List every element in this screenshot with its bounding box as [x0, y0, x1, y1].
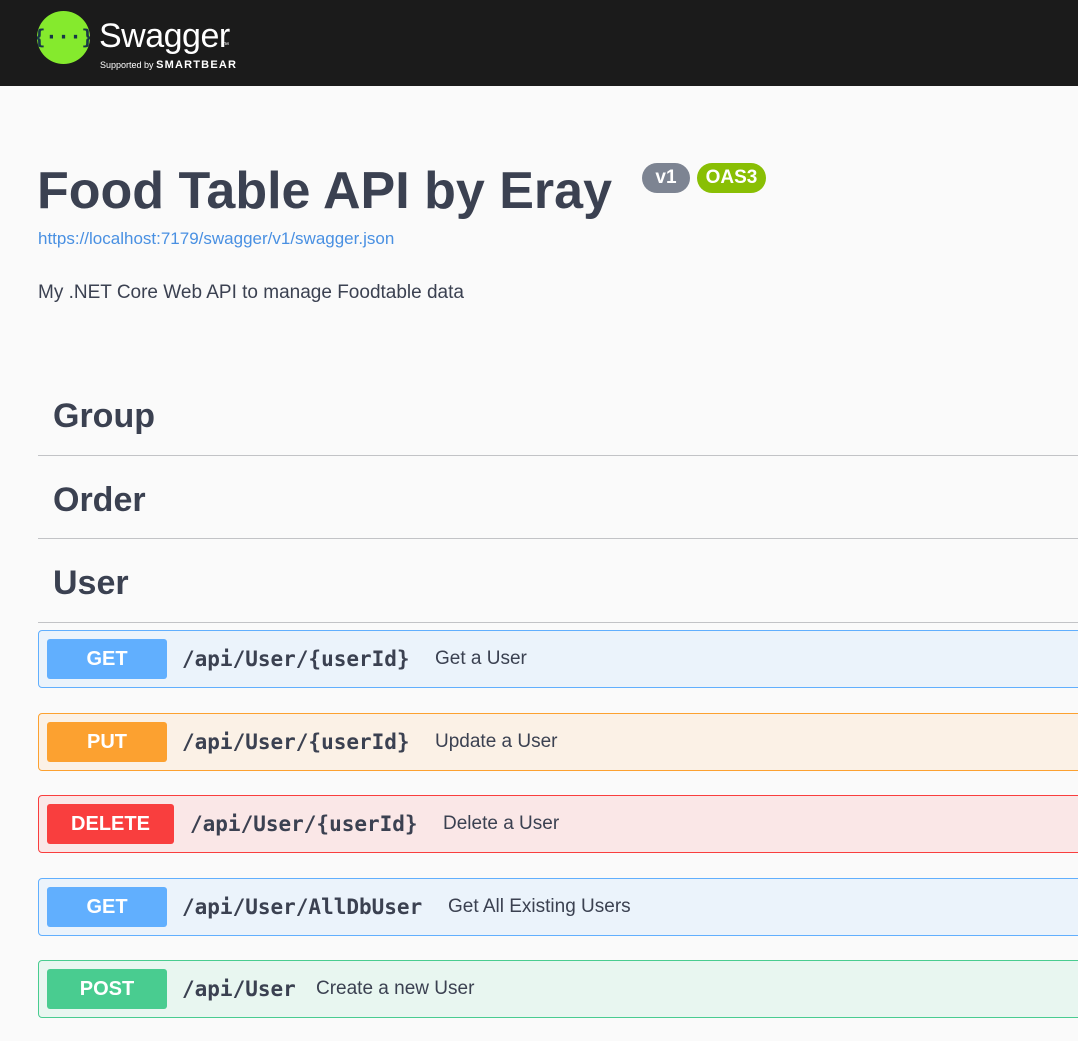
tag-order[interactable]: Order [38, 475, 1078, 539]
logo-text: Swagger [99, 17, 230, 55]
logo-trademark: ™ [222, 42, 229, 49]
swagger-logo-link[interactable]: {···} Swagger ™ Supported by SMARTBEAR [37, 10, 277, 74]
tag-heading-user: User [53, 564, 129, 602]
api-description: My .NET Core Web API to manage Foodtable… [38, 282, 464, 303]
logo-subtitle: Supported by SMARTBEAR [100, 59, 237, 71]
tag-heading-order: Order [53, 481, 146, 519]
operation-summary: Get a User [435, 648, 527, 669]
top-bar: {···} Swagger ™ Supported by SMARTBEAR [0, 0, 1078, 86]
smartbear-brand: SMARTBEAR [156, 59, 238, 71]
operation-summary: Create a new User [316, 978, 475, 999]
svg-text:{···}: {···} [37, 25, 90, 49]
method-badge: GET [47, 887, 167, 927]
spec-url-link[interactable]: https://localhost:7179/swagger/v1/swagge… [38, 229, 394, 249]
oas-badge: OAS3 [697, 163, 766, 193]
tag-heading-group: Group [53, 397, 155, 435]
operation-summary: Delete a User [443, 813, 560, 834]
operation-delete-user[interactable]: DELETE /api/User/{userId} Delete a User [38, 795, 1078, 853]
operation-put-user[interactable]: PUT /api/User/{userId} Update a User [38, 713, 1078, 771]
operation-get-all-users[interactable]: GET /api/User/AllDbUser Get All Existing… [38, 878, 1078, 936]
version-badge: v1 [642, 163, 690, 193]
swagger-logo-icon: {···} [37, 11, 90, 64]
tag-user[interactable]: User [38, 558, 1078, 623]
operation-path: /api/User/{userId} [182, 730, 410, 754]
operation-path: /api/User/{userId} [182, 647, 410, 671]
method-badge: DELETE [47, 804, 174, 844]
method-badge: GET [47, 639, 167, 679]
operation-path: /api/User/AllDbUser [182, 895, 423, 919]
method-badge: PUT [47, 722, 167, 762]
tag-group[interactable]: Group [38, 391, 1078, 456]
operation-get-user[interactable]: GET /api/User/{userId} Get a User [38, 630, 1078, 688]
operation-summary: Get All Existing Users [448, 896, 631, 917]
operation-path: /api/User/{userId} [190, 812, 418, 836]
operation-post-user[interactable]: POST /api/User Create a new User [38, 960, 1078, 1018]
method-badge: POST [47, 969, 167, 1009]
api-title: Food Table API by Eray [37, 162, 612, 220]
operation-summary: Update a User [435, 731, 558, 752]
operation-path: /api/User [182, 977, 296, 1001]
supported-by-text: Supported by [100, 60, 154, 70]
